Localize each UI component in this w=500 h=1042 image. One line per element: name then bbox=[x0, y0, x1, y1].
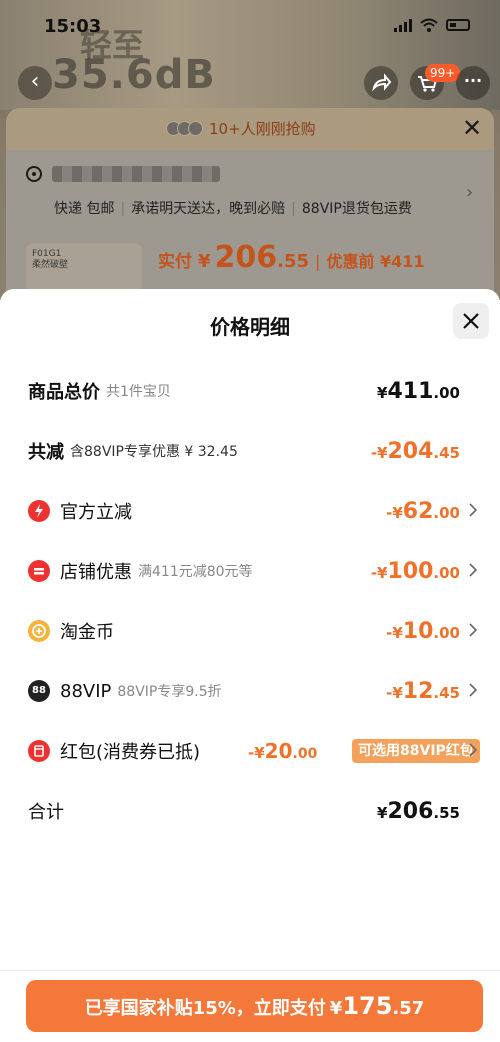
row-label: 红包(消费券已抵) bbox=[60, 742, 201, 763]
blurred-address bbox=[52, 166, 220, 182]
actual-price-dec: .55 bbox=[277, 251, 310, 272]
actual-price-currency: ¥ bbox=[198, 251, 211, 272]
more-button[interactable]: ··· bbox=[456, 66, 490, 100]
cart-count-badge: 99+ bbox=[425, 64, 461, 82]
actual-price-int: 206 bbox=[214, 240, 278, 275]
rush-text: 10+人刚刚抢购 bbox=[209, 120, 316, 138]
row-sub: 满411元减80元等 bbox=[138, 564, 253, 580]
row-official-discount[interactable]: 官方立减 -¥ 62.00 bbox=[28, 496, 478, 526]
status-icons bbox=[394, 18, 470, 32]
row-label: 合计 bbox=[28, 802, 64, 823]
88vip-icon: 88 bbox=[28, 680, 50, 702]
row-amount: -¥ 10.00 bbox=[386, 618, 460, 644]
chevron-right-icon bbox=[469, 563, 478, 577]
row-goods-total: 商品总价 共1件宝贝 ¥411.00 bbox=[28, 376, 478, 406]
row-amount: -¥ 12.45 bbox=[386, 678, 460, 704]
coin-icon bbox=[28, 620, 50, 642]
row-88vip[interactable]: 88 88VIP 88VIP专享9.5折 -¥ 12.45 bbox=[28, 676, 478, 706]
chevron-right-icon bbox=[469, 743, 478, 757]
shipping-info-3: 88VIP退货包运费 bbox=[301, 201, 412, 217]
lightning-icon bbox=[28, 500, 50, 522]
row-amount: ¥411.00 bbox=[377, 378, 460, 404]
row-amount: -¥ 62.00 bbox=[386, 498, 460, 524]
back-button[interactable]: ‹ bbox=[18, 66, 52, 100]
rush-info: 10+人刚刚抢购 bbox=[166, 118, 316, 139]
wifi-icon bbox=[420, 18, 438, 32]
row-label: 淘金币 bbox=[60, 622, 114, 643]
signal-icon bbox=[394, 18, 412, 32]
share-button[interactable] bbox=[364, 66, 398, 100]
order-sheet-close-icon[interactable]: ✕ bbox=[462, 114, 482, 142]
row-label: 商品总价 bbox=[28, 382, 100, 403]
location-pin-icon bbox=[26, 166, 42, 182]
battery-icon bbox=[446, 19, 470, 31]
row-label: 88VIP bbox=[60, 680, 112, 702]
status-time: 15:03 bbox=[44, 16, 102, 37]
row-amount: -¥ 20.00 bbox=[248, 739, 318, 763]
pay-now-button[interactable]: 已享国家补贴15%，立即支付 ¥175.57 bbox=[26, 980, 483, 1032]
row-amount: -¥ 204.45 bbox=[370, 438, 460, 464]
address-row[interactable] bbox=[26, 166, 220, 182]
row-taojinbi[interactable]: 淘金币 -¥ 10.00 bbox=[28, 616, 478, 646]
row-label: 共减 bbox=[28, 442, 64, 463]
share-icon bbox=[372, 73, 392, 92]
pay-button-text: 已享国家补贴15%，立即支付 bbox=[84, 998, 326, 1019]
shipping-info: 快递 包邮 | 承诺明天送达，晚到必赔 | 88VIP退货包运费 bbox=[54, 201, 412, 217]
row-sub: 含88VIP专享优惠 ¥ 32.45 bbox=[70, 444, 238, 460]
pre-discount-price: 优惠前 ¥411 bbox=[326, 252, 425, 271]
88vip-red-packet-tag[interactable]: 可选用88VIP红包 bbox=[352, 739, 480, 763]
row-shop-discount[interactable]: 店铺优惠 满411元减80元等 -¥ 100.00 bbox=[28, 556, 478, 586]
row-sub: 88VIP专享9.5折 bbox=[117, 684, 222, 700]
row-total-reduction: 共减 含88VIP专享优惠 ¥ 32.45 -¥ 204.45 bbox=[28, 436, 478, 466]
actual-price-label: 实付 bbox=[158, 252, 192, 272]
shop-discount-icon bbox=[28, 560, 50, 582]
shipping-info-1: 快递 包邮 bbox=[54, 201, 115, 217]
row-amount: -¥ 100.00 bbox=[370, 558, 460, 584]
chevron-right-icon bbox=[469, 623, 478, 637]
product-hero-noise-text: 35.6dB bbox=[52, 52, 216, 98]
row-red-packet[interactable]: 红包(消费券已抵) -¥ 20.00 可选用88VIP红包 bbox=[28, 736, 480, 766]
row-sum: 合计 ¥206.55 bbox=[28, 796, 478, 826]
shipping-info-2: 承诺明天送达，晚到必赔 bbox=[131, 201, 286, 217]
sheet-title: 价格明细 bbox=[210, 315, 290, 339]
close-icon bbox=[463, 313, 479, 329]
row-label: 店铺优惠 bbox=[60, 562, 132, 583]
thumbnail-text: F01G1 柔然破壁 bbox=[32, 249, 69, 270]
row-amount: ¥206.55 bbox=[377, 798, 460, 824]
close-button[interactable] bbox=[453, 303, 489, 339]
chevron-right-icon bbox=[469, 683, 478, 697]
row-sub: 共1件宝贝 bbox=[106, 384, 171, 400]
price-detail-sheet: 价格明细 商品总价 共1件宝贝 ¥411.00 共减 含88VIP专享优惠 ¥ … bbox=[0, 289, 500, 1042]
chevron-right-icon bbox=[469, 503, 478, 517]
red-packet-icon bbox=[28, 740, 50, 762]
footer-divider bbox=[0, 970, 500, 971]
address-chevron-icon: › bbox=[466, 182, 474, 203]
actual-price: 实付 ¥ 206 .55 | 优惠前 ¥411 bbox=[158, 240, 425, 275]
buyer-avatars bbox=[166, 121, 203, 136]
row-label: 官方立减 bbox=[60, 502, 132, 523]
